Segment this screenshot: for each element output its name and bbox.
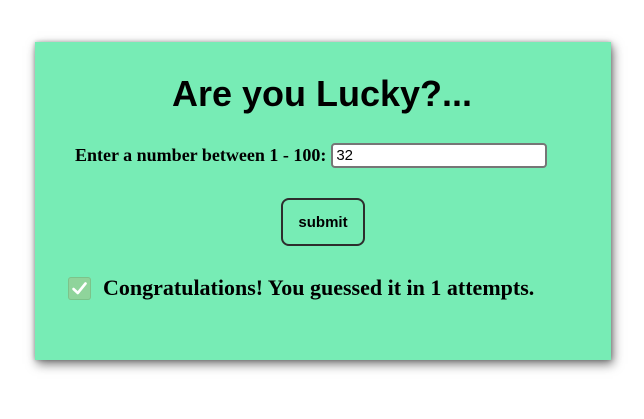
check-mark-icon xyxy=(68,276,91,300)
guess-input[interactable] xyxy=(331,142,548,168)
guess-prompt-label: Enter a number between 1 - 100: xyxy=(75,144,327,165)
page-title: Are you Lucky?... xyxy=(171,73,473,114)
guess-form: Enter a number between 1 - 100: xyxy=(75,142,548,168)
submit-button[interactable]: submit xyxy=(281,198,365,246)
result-text: Congratulations! You guessed it in 1 att… xyxy=(103,275,535,300)
result-message: Congratulations! You guessed it in 1 att… xyxy=(68,274,534,302)
